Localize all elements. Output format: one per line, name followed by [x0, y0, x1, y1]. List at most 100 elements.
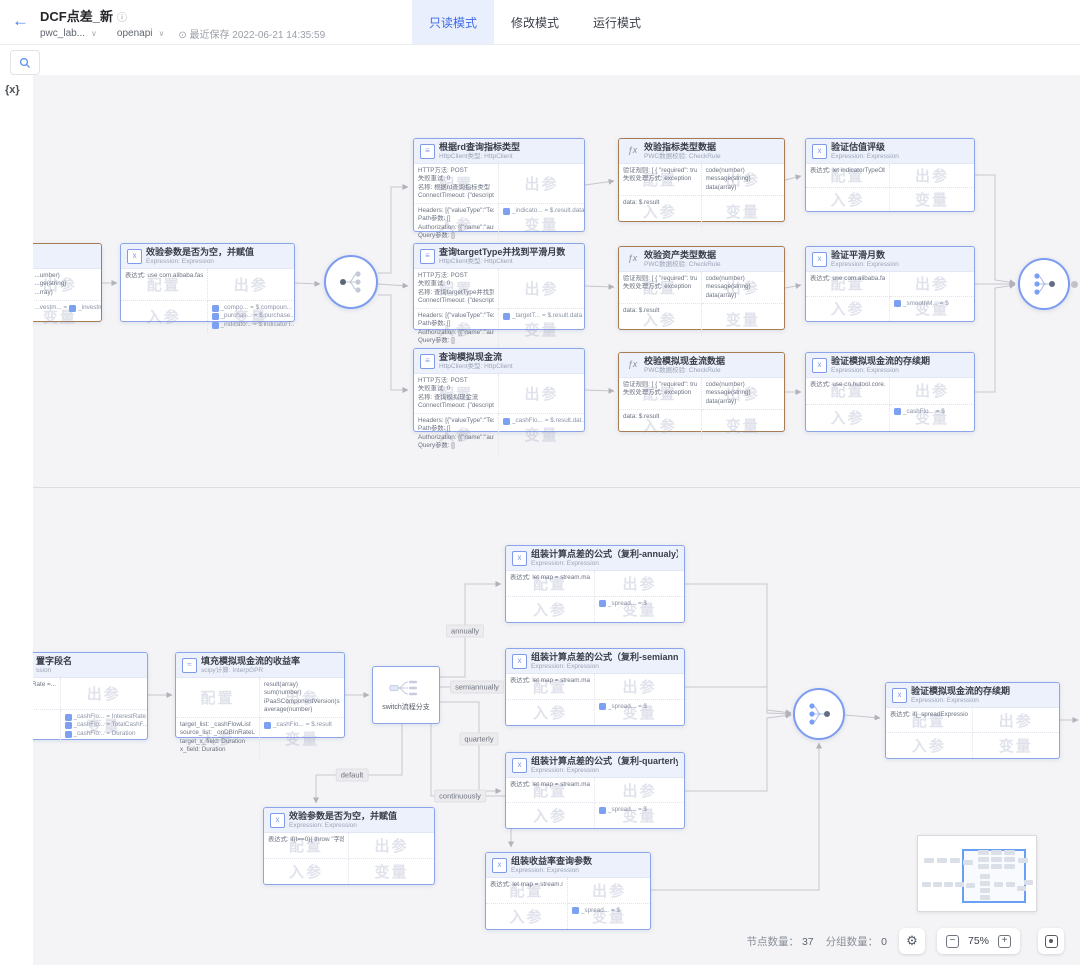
tag-name: _spread...	[608, 703, 636, 712]
variable-chip-icon	[894, 300, 901, 307]
config-line: result(array)	[264, 681, 340, 689]
check-rule-cut-left[interactable]: 配置出参...umber)...ge(string)...rray)入参变量..…	[33, 243, 102, 322]
quadrant-variable: 变量_spread...= $	[595, 700, 684, 726]
node-body: 配置表达式: if(_spreadExpression == ...出参入参变量	[886, 708, 1059, 758]
node-body: 配置表达式: if(t==0){ throw "字段的...出参入参变量	[264, 833, 434, 884]
validate-params-top[interactable]: x效验参数是否为空，并赋值Expression: Expression配置表达式…	[120, 243, 295, 322]
tag-value: = Duration	[106, 730, 135, 739]
minimap-node	[1024, 880, 1033, 885]
node-count: 节点数量：37	[746, 934, 813, 949]
node-title: 填充模拟现金流的收益率	[201, 656, 300, 667]
node-header: x效验参数是否为空，并赋值Expression: Expression	[264, 808, 434, 833]
expr-spread-formula-semiannually[interactable]: x组装计算点差的公式（复利-semiannually）Expression: E…	[505, 648, 685, 726]
config-line: Path参数: []	[418, 215, 494, 223]
quadrant-output: 出参...umber)...ge(string)...rray)	[33, 269, 101, 301]
flow-edge	[785, 176, 801, 180]
minimap[interactable]	[917, 835, 1037, 912]
tab-mode-2[interactable]: 运行模式	[576, 0, 658, 44]
node-title: 效验参数是否为空，并赋值	[289, 811, 397, 822]
watermark-variable: 变量	[349, 859, 434, 885]
quadrant-input: 入参	[486, 904, 568, 930]
check-indicator-type-data[interactable]: ƒx效验指标类型数据PWC数据校验: CheckRule配置验证规则: [ { …	[618, 138, 785, 222]
node-header: x验证模拟现金流的存续期Expression: Expression	[886, 683, 1059, 708]
expr-set-fields-cut-left[interactable]: 置字段名ssion配置Rate =...出参入参变量_cashFlo...= I…	[33, 652, 148, 740]
check-cashflow-data[interactable]: ƒx校验模拟现金流数据PWC数据校验: CheckRule配置验证规则: [ {…	[618, 352, 785, 432]
node-header: x组装计算点差的公式（复利-annualy）Expression: Expres…	[506, 546, 684, 571]
minimap-node	[978, 850, 989, 855]
expr-validate-valuation-rating[interactable]: x验证估值评级Expression: Expression配置表达式: let …	[805, 138, 975, 212]
minimap-node	[963, 860, 973, 865]
quadrant-variable: 变量_cashFlo...= $	[890, 405, 974, 432]
quadrant-variable: 变量	[702, 410, 785, 442]
watermark-variable: 变量	[702, 196, 785, 228]
watermark-variable: 变量	[890, 188, 974, 212]
fan-in-icon	[1029, 271, 1059, 297]
http-icon: ≡	[420, 249, 435, 264]
http-query-targettype[interactable]: ≡查询targetType并找到平滑月数HttpClient类型: HttpCl…	[413, 243, 585, 330]
flow-canvas[interactable]: 节点数量：37 分组数量：0 ⚙ − 75% + 配置出参...umber)..…	[33, 75, 1080, 965]
interp-fill-cashflow-yield[interactable]: ≈填充模拟现金流的收益率scipy计算: InterpGPR配置出参result…	[175, 652, 345, 738]
settings-button[interactable]: ⚙	[899, 928, 925, 954]
check-asset-type-data[interactable]: ƒx效验资产类型数据PWC数据校验: CheckRule配置验证规则: [ { …	[618, 246, 785, 330]
tag-value: = $.indicatorT...	[253, 321, 294, 330]
expr-validate-smooth-months[interactable]: x验证平滑月数Expression: Expression配置表达式: use …	[805, 246, 975, 322]
quadrant-config: 配置表达式: let map = stream.map()...	[506, 571, 595, 597]
config-line: code(number)	[706, 167, 781, 175]
branch-out-circle[interactable]	[324, 255, 378, 309]
minimap-node	[980, 881, 990, 886]
expr-yield-query-params[interactable]: x组装收益率查询参数Expression: Expression配置表达式: l…	[485, 852, 651, 930]
tab-mode-0[interactable]: 只读模式	[412, 0, 494, 44]
service-select[interactable]: openapi	[117, 28, 153, 39]
variable-tag: _cashFlo...= Duration	[65, 730, 144, 739]
expr-spread-formula-annually[interactable]: x组装计算点差的公式（复利-annualy）Expression: Expres…	[505, 545, 685, 623]
quadrant-input: 入参	[886, 733, 973, 758]
zoom-in-button[interactable]: +	[998, 935, 1011, 948]
quadrant-input: 入参	[121, 301, 208, 333]
back-arrow-icon[interactable]: ←	[12, 9, 29, 33]
zoom-out-button[interactable]: −	[946, 935, 959, 948]
merge-bottom-circle[interactable]	[793, 688, 845, 740]
variables-panel-button[interactable]: {x}	[5, 84, 20, 96]
expr-spread-formula-quarterly[interactable]: x组装计算点差的公式（复利-quarterly）Expression: Expr…	[505, 752, 685, 829]
config-line: 表达式: let map = stream.map()...	[490, 881, 563, 889]
tag-value: = $.result.data	[544, 207, 584, 216]
node-body: 配置HTTP方法: POST失败重试: 0名称: 根据rd查询指标类型Conne…	[414, 164, 584, 244]
switch-branch[interactable]: switch流程分支	[372, 666, 440, 724]
node-body: 配置Rate =...出参入参变量_cashFlo...= InterestRa…	[33, 678, 147, 742]
merge-top-circle[interactable]	[1018, 258, 1070, 310]
http-query-indicator-type[interactable]: ≡根据rd查询指标类型HttpClient类型: HttpClient配置HTT…	[413, 138, 585, 232]
node-subtitle: Expression: Expression	[831, 261, 899, 269]
watermark-output: 出参	[890, 272, 974, 296]
config-line: ConnectTimeout: {"description"...	[418, 402, 494, 410]
node-subtitle: Expression: Expression	[531, 767, 678, 775]
tag-value: = $	[638, 703, 647, 712]
config-line: data: $.result	[623, 307, 697, 315]
node-header: ƒx校验模拟现金流数据PWC数据校验: CheckRule	[619, 353, 784, 378]
fit-view-button[interactable]	[1038, 928, 1064, 954]
config-line: 名称: 根据rd查询指标类型	[418, 184, 494, 192]
expr-validate-params-bottom[interactable]: x效验参数是否为空，并赋值Expression: Expression配置表达式…	[263, 807, 435, 885]
tab-mode-1[interactable]: 修改模式	[494, 0, 576, 44]
expr-validate-cashflow-duration-bottom[interactable]: x验证模拟现金流的存续期Expression: Expression配置表达式:…	[885, 682, 1060, 759]
expr-icon: x	[127, 249, 142, 264]
flow-edge	[685, 715, 791, 791]
config-line: data(array)	[706, 292, 781, 300]
config-line: Headers: [{"valueType":"Text","n...	[418, 417, 494, 425]
node-subtitle: Expression: Expression	[911, 697, 1010, 705]
node-header: ƒx效验指标类型数据PWC数据校验: CheckRule	[619, 139, 784, 164]
quadrant-config: 配置表达式: use com.alibaba.fastjson...	[121, 269, 208, 301]
tag-value: = InterestRate	[106, 713, 146, 722]
node-body: 配置验证规则: [ { "required": tru...失败处理方式: ex…	[619, 272, 784, 336]
flow-edge	[975, 285, 1015, 392]
search-button[interactable]	[10, 50, 40, 75]
node-body: 配置表达式: let map = stream.map()...出参入参变量_s…	[486, 878, 650, 929]
quadrant-config: 配置表达式: let map = stream.map()...	[506, 778, 595, 803]
expr-validate-cashflow-duration-top[interactable]: x验证模拟现金流的存续期Expression: Expression配置表达式:…	[805, 352, 975, 432]
config-line: HTTP方法: POST	[418, 167, 494, 175]
config-line: code(number)	[706, 381, 781, 389]
http-query-cashflow[interactable]: ≡查询模拟现金流HttpClient类型: HttpClient配置HTTP方法…	[413, 348, 585, 432]
node-subtitle: PWC数据校验: CheckRule	[644, 153, 721, 161]
project-select[interactable]: pwc_lab...	[40, 28, 85, 39]
watermark-input: 入参	[506, 700, 594, 726]
variable-chip-icon	[894, 408, 901, 415]
